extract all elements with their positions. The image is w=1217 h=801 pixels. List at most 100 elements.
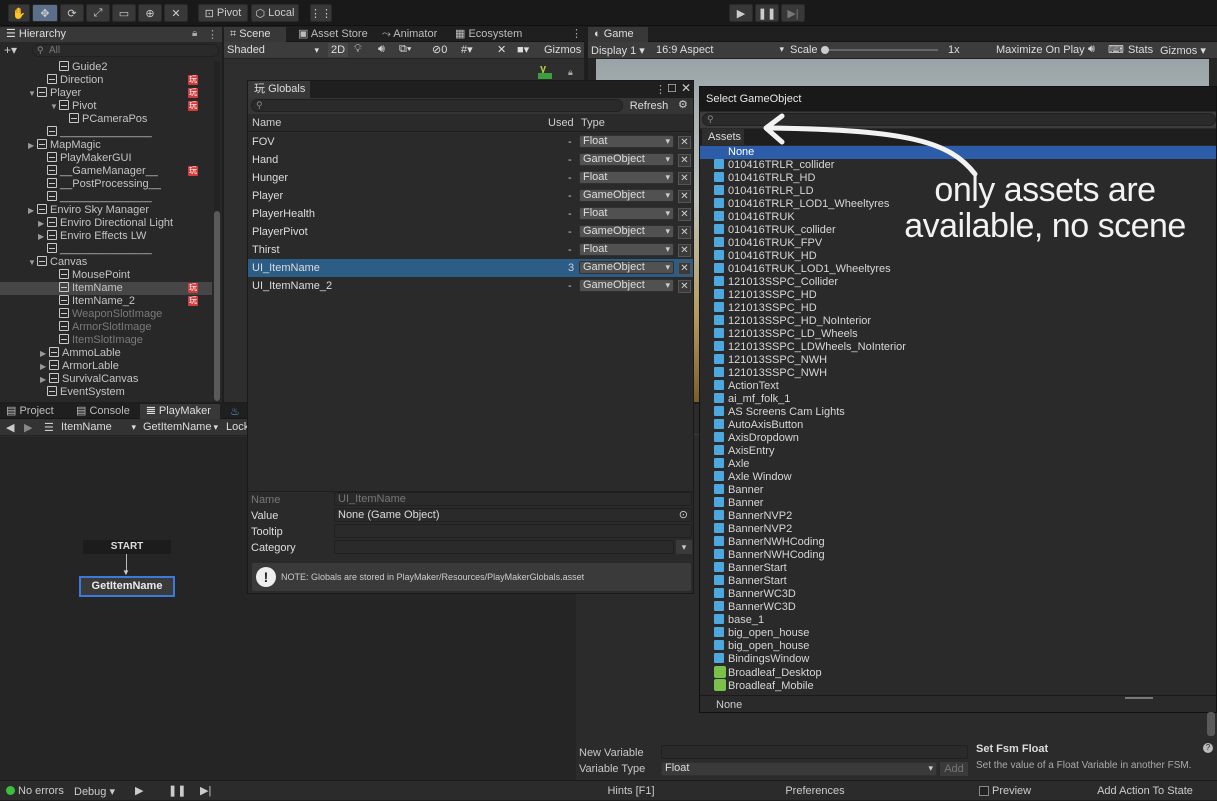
delete-global-icon[interactable]: ✕ (678, 190, 691, 203)
camera-icon[interactable]: ■▾ (517, 43, 529, 56)
global-type-dropdown[interactable]: GameObject (579, 225, 674, 238)
global-type-dropdown[interactable]: GameObject (579, 279, 674, 292)
expand-arrow-icon[interactable]: ▶ (28, 139, 37, 152)
hierarchy-item[interactable]: __PostProcessing__ (38, 178, 161, 191)
global-type-dropdown[interactable]: Float (579, 135, 674, 148)
expand-arrow-icon[interactable]: ▶ (38, 230, 47, 243)
tab-ecosystem[interactable]: ▦ Ecosystem (449, 27, 528, 42)
preview-checkbox[interactable] (979, 786, 989, 796)
asset-list-item[interactable]: 010416TRUK_collider (714, 224, 836, 237)
asset-list-item[interactable]: Banner (714, 497, 763, 510)
detail-tooltip-input[interactable] (334, 524, 692, 538)
hierarchy-item[interactable]: MousePoint (50, 269, 130, 282)
gizmos-dropdown[interactable]: Gizmos (544, 44, 581, 56)
asset-list-item[interactable]: 121013SSPC_LDWheels_NoInterior (714, 341, 906, 354)
asset-list-item[interactable]: 121013SSPC_HD (714, 302, 817, 315)
hierarchy-item[interactable]: EventSystem (38, 386, 125, 399)
tab-hierarchy[interactable]: ☰ Hierarchy (0, 27, 222, 42)
globals-row[interactable]: UI_ItemName_2 -GameObject ✕ (248, 277, 693, 295)
asset-list-item[interactable]: BannerWC3D (714, 601, 796, 614)
asset-list-item[interactable]: ActionText (714, 380, 779, 393)
hierarchy-item[interactable]: _______________ (38, 126, 152, 139)
asset-list-item[interactable]: 010416TRUK (714, 211, 795, 224)
expand-arrow-icon[interactable]: ▶ (40, 360, 49, 373)
globals-row[interactable]: Hunger -Float ✕ (248, 169, 693, 187)
global-type-dropdown[interactable]: GameObject (579, 153, 674, 166)
asset-list-item[interactable]: 010416TRLR_LD (714, 185, 814, 198)
state-node-getitemname[interactable]: GetItemName (79, 576, 175, 597)
expand-arrow-icon[interactable]: ▶ (40, 347, 49, 360)
tab-animator[interactable]: ⤳ Animator (376, 27, 443, 42)
transform-tool-icon[interactable]: ⊕ (138, 4, 162, 22)
globals-more-icon[interactable]: ⋮ (655, 83, 666, 96)
lighting-icon[interactable]: 💡︎ (354, 43, 362, 56)
asset-list-item[interactable]: AxisEntry (714, 445, 774, 458)
asset-list-item[interactable]: AS Screens Cam Lights (714, 406, 845, 419)
asset-list-item[interactable]: Axle Window (714, 471, 792, 484)
delete-global-icon[interactable]: ✕ (678, 208, 691, 221)
asset-list-item[interactable]: AutoAxisButton (714, 419, 803, 432)
globals-row[interactable]: Thirst -Float ✕ (248, 241, 693, 259)
expand-arrow-icon[interactable]: ▼ (50, 100, 59, 113)
asset-list-item[interactable]: BannerWC3D (714, 588, 796, 601)
hierarchy-item[interactable]: _______________ (38, 243, 152, 256)
global-type-dropdown[interactable]: GameObject (579, 189, 674, 202)
detail-value-field[interactable]: None (Game Object) ⊙ (334, 508, 692, 522)
lock-icon[interactable]: 🔒︎ (192, 28, 197, 39)
asset-list-item[interactable]: Broadleaf_Mobile (714, 679, 814, 692)
tab-game[interactable]: ◐ Game (588, 27, 648, 42)
delete-global-icon[interactable]: ✕ (678, 172, 691, 185)
preferences-button[interactable]: Preferences (690, 781, 940, 801)
add-variable-button[interactable]: Add (940, 762, 968, 776)
globals-row[interactable]: PlayerHealth -Float ✕ (248, 205, 693, 223)
expand-arrow-icon[interactable]: ▶ (38, 217, 47, 230)
mute-audio-icon[interactable]: 🔊︎ (1088, 43, 1095, 56)
asset-list-item[interactable]: Broadleaf_Desktop (714, 666, 822, 679)
asset-list-item[interactable]: ai_mf_folk_1 (714, 393, 790, 406)
more-options-icon[interactable]: ⋮ (207, 28, 218, 41)
asset-list-item[interactable]: Axle (714, 458, 749, 471)
scale-slider[interactable] (821, 46, 938, 54)
add-action-to-state-button[interactable]: Add Action To State (1085, 781, 1205, 801)
rotate-tool-icon[interactable]: ⟳ (60, 4, 84, 22)
extra-tab-icon[interactable]: ♨ (230, 405, 240, 418)
hierarchy-item[interactable]: ▶ ArmorLable (40, 360, 119, 373)
debug-play-icon[interactable]: ▶ (135, 784, 143, 797)
settings-gear-icon[interactable]: ⚙ (678, 98, 688, 111)
inspector-scrollbar[interactable] (1207, 712, 1215, 736)
asset-list-item[interactable]: 121013SSPC_Collider (714, 276, 838, 289)
expand-arrow-icon[interactable]: ▶ (28, 204, 37, 217)
hierarchy-item[interactable]: PCameraPos (60, 113, 147, 126)
asset-list-item[interactable]: big_open_house (714, 627, 809, 640)
pause-button[interactable]: ❚❚ (755, 4, 779, 22)
hierarchy-scrollbar[interactable] (214, 61, 220, 401)
scale-slider-thumb[interactable] (821, 46, 829, 54)
expand-arrow-icon[interactable]: ▶ (40, 373, 49, 386)
asset-list-item[interactable]: 010416TRUK_HD (714, 250, 817, 263)
asset-list-item[interactable]: 010416TRLR_LOD1_Wheeltyres (714, 198, 889, 211)
scene-gizmo-axis[interactable] (538, 73, 552, 79)
asset-list-item[interactable]: base_1 (714, 614, 764, 627)
hints-button[interactable]: Hints [F1] (576, 781, 686, 801)
hierarchy-item[interactable]: ItemSlotImage (50, 334, 143, 347)
tab-console[interactable]: ▤ Console (70, 404, 136, 419)
asset-list-item[interactable]: 121013SSPC_HD (714, 289, 817, 302)
move-tool-icon[interactable]: ✥ (32, 4, 58, 22)
forward-arrow-icon[interactable]: ▶ (24, 421, 32, 434)
play-button[interactable]: ▶ (729, 4, 753, 22)
global-type-dropdown[interactable]: Float (579, 243, 674, 256)
hierarchy-item[interactable]: ▼ Pivot (50, 100, 96, 113)
hierarchy-item[interactable]: ▶ Enviro Directional Light (38, 217, 173, 230)
delete-global-icon[interactable]: ✕ (678, 154, 691, 167)
lock-toggle[interactable]: Lock (226, 421, 249, 433)
custom-tool-icon[interactable]: ✕ (164, 4, 188, 22)
asset-list-item[interactable]: BannerNWHCoding (714, 536, 825, 549)
hierarchy-item[interactable]: Direction (38, 74, 103, 87)
2d-toggle[interactable]: 2D (328, 43, 348, 57)
asset-list-item[interactable]: 121013SSPC_NWH (714, 354, 827, 367)
hierarchy-item[interactable]: PlayMakerGUI (38, 152, 132, 165)
hierarchy-item[interactable]: ItemName_2 (50, 295, 135, 308)
resize-handle[interactable] (1125, 697, 1153, 699)
hidden-objects-toggle[interactable]: ⊘0 (432, 43, 447, 56)
global-type-dropdown[interactable]: Float (579, 207, 674, 220)
